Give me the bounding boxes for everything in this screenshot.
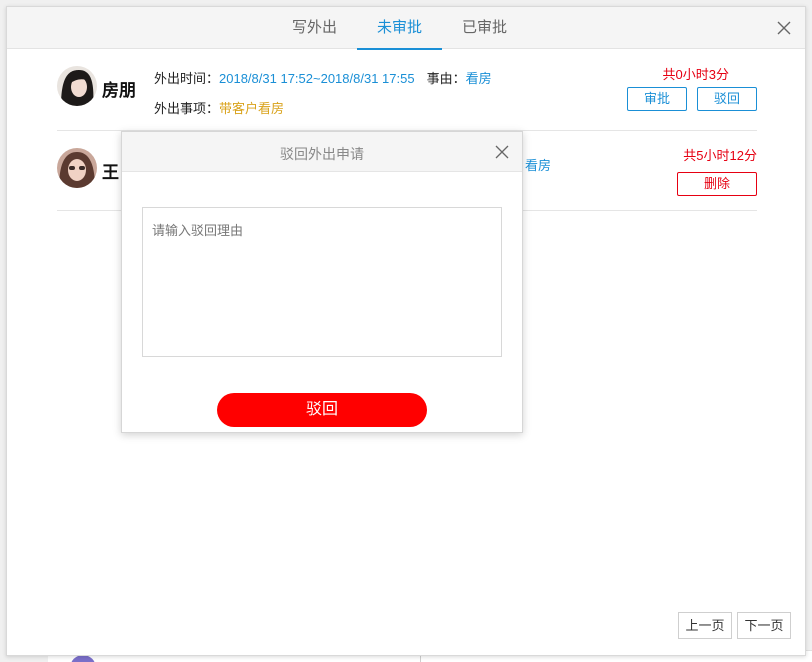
close-icon[interactable]: [494, 144, 510, 160]
reject-reason-input[interactable]: [142, 207, 502, 357]
outing-time-line: 外出时间：2018/8/31 17:52~2018/8/31 17:55 事由：看…: [154, 68, 492, 87]
outing-item-line: 外出事项：带客户看房: [154, 98, 284, 117]
duration-text: 共0小时3分: [662, 67, 729, 82]
person-name: 房朋: [102, 81, 136, 100]
tab-bar: 写外出 未审批 已审批: [272, 7, 527, 50]
background-avatar: [70, 655, 96, 662]
reason-value: 看房: [525, 158, 552, 173]
next-page-button[interactable]: 下一页: [737, 612, 791, 639]
dialog-header: 驳回外出申请: [122, 132, 522, 172]
tab-approved[interactable]: 已审批: [442, 7, 527, 49]
outing-item-value: 带客户看房: [219, 101, 285, 116]
reject-outing-dialog: 驳回外出申请 驳回: [121, 131, 523, 433]
duration-text: 共5小时12分: [683, 148, 757, 163]
prev-page-button[interactable]: 上一页: [678, 612, 732, 639]
outing-time-value: 2018/8/31 17:52~2018/8/31 17:55: [219, 71, 415, 86]
outing-time-label: 外出时间：: [154, 71, 220, 86]
person-name: 王: [102, 163, 119, 182]
avatar: [57, 148, 97, 188]
tab-pending-approval[interactable]: 未审批: [357, 7, 443, 50]
tab-write-outing[interactable]: 写外出: [272, 7, 357, 49]
close-icon[interactable]: [775, 19, 793, 37]
delete-button[interactable]: 删除: [677, 172, 757, 196]
outing-item-label: 外出事项：: [154, 101, 220, 116]
outing-record-row: 房朋 外出时间：2018/8/31 17:52~2018/8/31 17:55 事…: [57, 50, 757, 131]
reason-label: 事由：: [426, 71, 466, 86]
submit-reject-button[interactable]: 驳回: [217, 393, 427, 427]
dialog-title: 驳回外出申请: [280, 146, 364, 162]
approve-button[interactable]: 审批: [627, 87, 687, 111]
modal-header: 写外出 未审批 已审批: [7, 7, 805, 50]
avatar: [57, 66, 97, 106]
reject-button[interactable]: 驳回: [697, 87, 757, 111]
reason-value: 看房: [465, 71, 492, 86]
